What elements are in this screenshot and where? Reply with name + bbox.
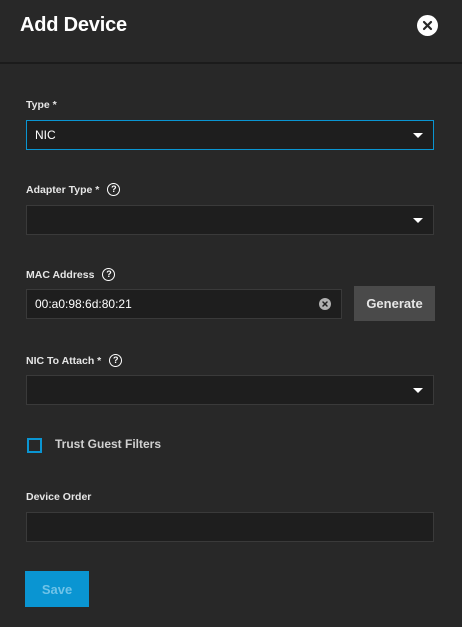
mac-address-label-text: MAC Address [26,268,95,281]
adapter-type-select[interactable] [26,205,434,235]
device-order-label: Device Order [26,491,91,503]
help-icon[interactable]: ? [109,354,123,367]
help-icon[interactable]: ? [107,183,121,196]
trust-guest-filters-label[interactable]: Trust Guest Filters [55,437,161,451]
device-order-input[interactable] [26,512,434,542]
mac-address-label: MAC Address ? [26,268,116,281]
nic-to-attach-label-text: NIC To Attach * [26,354,102,367]
nic-to-attach-select[interactable] [26,375,434,405]
trust-guest-filters-checkbox[interactable] [27,438,42,453]
nic-to-attach-label: NIC To Attach * ? [26,354,123,367]
generate-button[interactable]: Generate [354,286,435,321]
adapter-type-label: Adapter Type * ? [26,183,121,196]
dialog-header: Add Device [0,0,462,64]
dialog-title: Add Device [20,14,127,36]
type-select[interactable]: NIC [26,120,434,150]
help-icon[interactable]: ? [102,268,116,281]
dropdown-arrow-icon [413,388,423,393]
clear-icon[interactable] [319,298,331,310]
adapter-type-label-text: Adapter Type * [26,183,100,196]
mac-address-input[interactable]: 00:a0:98:6d:80:21 [26,289,342,319]
dropdown-arrow-icon [413,133,423,138]
type-label-text: Type * [26,99,57,111]
close-icon[interactable] [417,15,438,36]
mac-address-value: 00:a0:98:6d:80:21 [35,297,132,311]
device-order-label-text: Device Order [26,491,92,503]
save-button[interactable]: Save [25,571,89,607]
dropdown-arrow-icon [413,218,423,223]
type-label: Type * [26,99,57,111]
type-select-value: NIC [35,128,56,142]
